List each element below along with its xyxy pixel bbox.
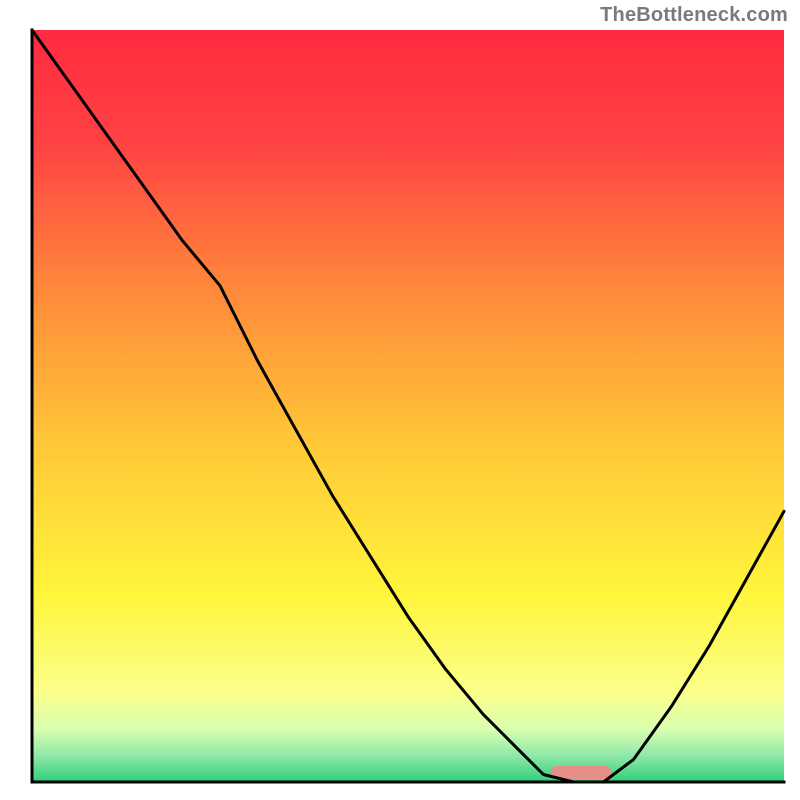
- watermark-text: TheBottleneck.com: [600, 4, 788, 27]
- chart-container: TheBottleneck.com: [0, 0, 800, 800]
- bottleneck-chart: [0, 0, 800, 800]
- plot-background: [32, 30, 784, 782]
